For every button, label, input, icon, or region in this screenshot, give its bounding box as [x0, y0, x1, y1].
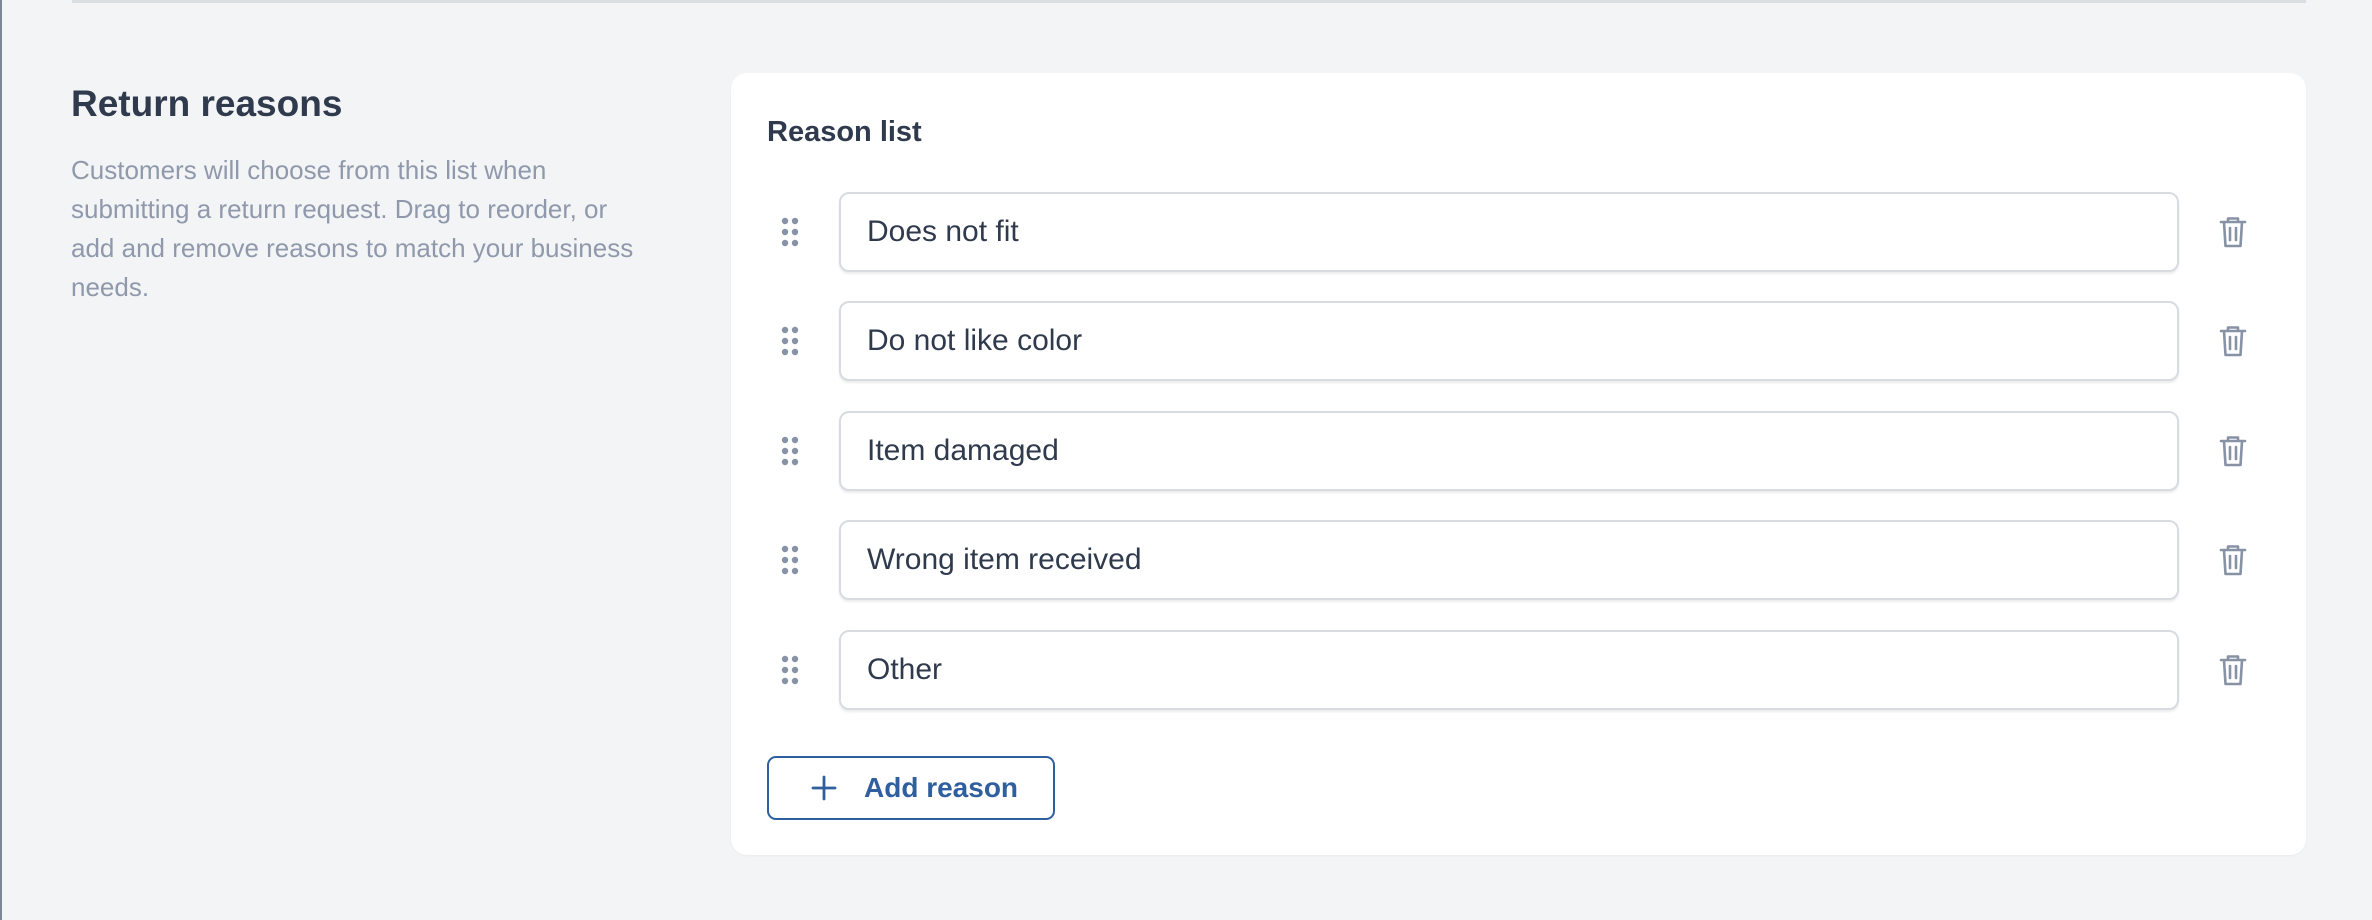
delete-reason-button[interactable]: [2211, 210, 2255, 254]
reason-row: [731, 411, 2306, 491]
reason-row: [731, 192, 2306, 272]
reason-row: [731, 630, 2306, 710]
section-description: Customers will choose from this list whe…: [71, 155, 634, 302]
left-edge-divider: [0, 0, 2, 920]
plus-icon: [811, 775, 837, 801]
trash-icon: [2219, 436, 2247, 467]
drag-handle-icon[interactable]: [780, 325, 800, 357]
delete-reason-button[interactable]: [2211, 648, 2255, 692]
trash-icon: [2219, 655, 2247, 686]
reason-list-card: Reason list Does not fit Do not like col…: [731, 73, 2306, 855]
drag-handle-icon[interactable]: [780, 216, 800, 248]
delete-reason-button[interactable]: [2211, 429, 2255, 473]
reason-input[interactable]: [839, 520, 2179, 600]
delete-reason-button[interactable]: [2211, 319, 2255, 363]
reason-input[interactable]: [839, 192, 2179, 272]
reason-row: [731, 520, 2306, 600]
reason-input[interactable]: [839, 411, 2179, 491]
drag-handle-icon[interactable]: [780, 654, 800, 686]
add-reason-label: Add reason: [864, 772, 1019, 803]
reason-row: [731, 301, 2306, 381]
drag-handle-icon[interactable]: [780, 435, 800, 467]
trash-icon: [2219, 545, 2247, 576]
add-reason-button[interactable]: Add reason: [767, 756, 1055, 820]
trash-icon: [2219, 217, 2247, 248]
drag-handle-icon[interactable]: [780, 544, 800, 576]
delete-reason-button[interactable]: [2211, 538, 2255, 582]
trash-icon: [2219, 326, 2247, 357]
card-title: Reason list: [767, 116, 922, 148]
reason-input[interactable]: [839, 301, 2179, 381]
section-divider: [72, 0, 2306, 3]
reason-input[interactable]: [839, 630, 2179, 710]
section-title: Return reasons: [71, 83, 343, 124]
return-reasons-section-info: Return reasons Customers will choose fro…: [71, 80, 651, 307]
